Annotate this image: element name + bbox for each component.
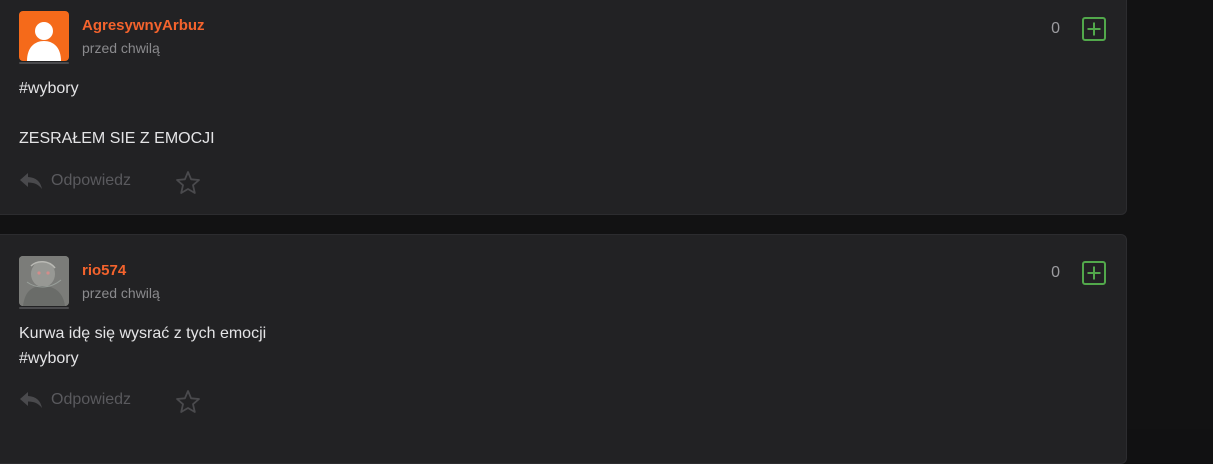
reply-button[interactable]: Odpowiedz [19, 171, 131, 191]
reply-label: Odpowiedz [51, 172, 132, 189]
plus-vote-button[interactable] [1082, 17, 1106, 41]
username[interactable]: AgresywnyArbuz [82, 17, 205, 34]
user-photo-icon [19, 256, 69, 306]
reply-label: Odpowiedz [51, 391, 132, 408]
comment-feed: AgresywnyArbuz przed chwilą #wybory ZESR… [0, 0, 1213, 464]
favorite-star-icon[interactable] [175, 389, 201, 415]
avatar[interactable] [19, 11, 69, 61]
comment-card: rio574 przed chwilą Kurwa idę się wysrać… [0, 234, 1127, 464]
favorite-star-icon[interactable] [175, 170, 201, 196]
plus-vote-button[interactable] [1082, 261, 1106, 285]
comment-card: AgresywnyArbuz przed chwilą #wybory ZESR… [0, 0, 1127, 215]
plus-icon [1087, 266, 1101, 280]
avatar-underline [19, 307, 69, 309]
timestamp[interactable]: przed chwilą [82, 40, 160, 56]
username[interactable]: rio574 [82, 262, 126, 279]
comment-body: Kurwa idę się wysrać z tych emocji #wybo… [19, 325, 267, 367]
avatar-underline [19, 62, 69, 64]
default-user-icon [27, 22, 61, 61]
reply-icon [20, 173, 42, 189]
timestamp[interactable]: przed chwilą [82, 285, 160, 301]
vote-count: 0 [1051, 264, 1060, 281]
avatar[interactable] [19, 256, 69, 306]
vote-count: 0 [1051, 20, 1060, 37]
plus-icon [1087, 22, 1101, 36]
reply-button[interactable]: Odpowiedz [19, 390, 131, 410]
reply-icon [20, 392, 42, 408]
comment-body: #wybory ZESRAŁEM SIE Z EMOCJI [19, 80, 215, 147]
